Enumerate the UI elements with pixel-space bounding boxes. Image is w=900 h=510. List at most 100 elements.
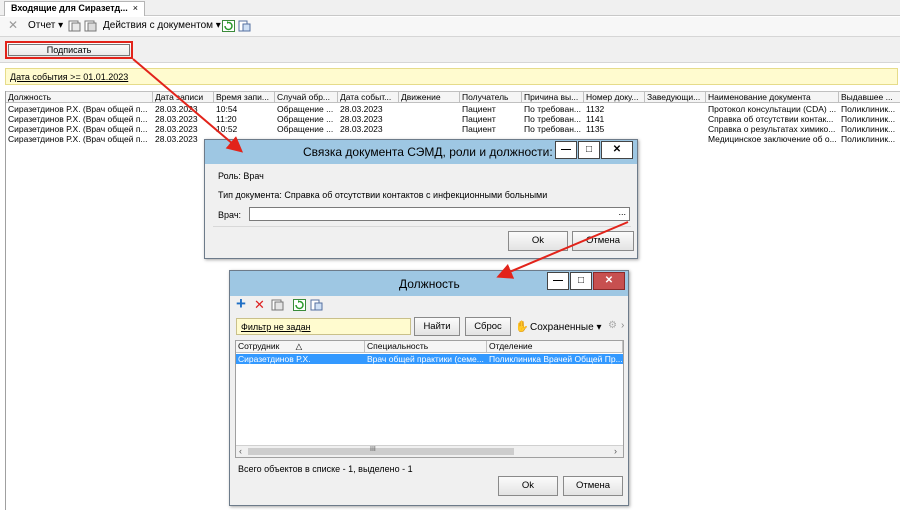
- add-icon[interactable]: +: [236, 294, 246, 314]
- cell-event-date: 28.03.2023: [340, 104, 383, 114]
- cancel-button[interactable]: Отмена: [563, 476, 623, 496]
- export-icon[interactable]: [238, 20, 251, 32]
- delete-icon[interactable]: ✕: [254, 297, 265, 313]
- cell-doc-name: Справка об отсутствии контак...: [708, 114, 834, 124]
- scroll-thumb[interactable]: III: [248, 446, 514, 455]
- cell-doc-name: Протокол консультации (CDA) ...: [708, 104, 837, 114]
- column-header[interactable]: Случай обр...: [275, 92, 338, 103]
- document-type-text: Тип документа: Справка об отсутствии кон…: [218, 190, 548, 200]
- tab-incoming[interactable]: Входящие для Сиразетд... ×: [4, 1, 145, 16]
- column-header[interactable]: Заведующи...: [645, 92, 706, 103]
- maximize-button[interactable]: □: [578, 141, 600, 159]
- table-row[interactable]: Сиразетдинов Р.Х. (Врач общей п... 28.03…: [6, 104, 900, 114]
- delete-icon[interactable]: ✕: [8, 18, 18, 32]
- scroll-right-icon[interactable]: ›: [614, 446, 617, 456]
- sign-panel: Подписать: [0, 37, 900, 63]
- tab-close-icon[interactable]: ×: [133, 3, 138, 13]
- event-date-filter[interactable]: Дата события >= 01.01.2023: [5, 68, 898, 85]
- cell-department: Поликлиника Врачей Общей Пр...: [489, 354, 623, 364]
- ok-button[interactable]: Ok: [498, 476, 558, 496]
- cell-doc-name: Медицинское заключение об о...: [708, 134, 837, 144]
- minimize-button[interactable]: —: [547, 272, 569, 290]
- settings-icon[interactable]: ⚙: [608, 320, 617, 331]
- saved-filters-menu[interactable]: Сохраненные ▾: [530, 322, 601, 333]
- cell-case: Обращение ...: [277, 104, 334, 114]
- saved-filters-label: Сохраненные: [530, 322, 594, 333]
- horizontal-scrollbar[interactable]: ‹ III ›: [236, 445, 623, 457]
- cell-case: Обращение ...: [277, 114, 334, 124]
- document-actions-label: Действия с документом: [103, 20, 214, 31]
- cell-case: Обращение ...: [277, 124, 334, 134]
- cell-position: Сиразетдинов Р.Х. (Врач общей п...: [8, 134, 148, 144]
- cell-recipient: Пациент: [462, 104, 496, 114]
- cell-doc-name: Справка о результатах химико...: [708, 124, 836, 134]
- column-header[interactable]: Наименование документа: [706, 92, 839, 103]
- column-header[interactable]: Причина вы...: [522, 92, 584, 103]
- doctor-field[interactable]: ...: [249, 207, 630, 221]
- properties-icon[interactable]: [271, 299, 284, 311]
- semd-role-position-dialog: Связка документа СЭМД, роли и должности:…: [204, 139, 638, 259]
- document-actions-menu[interactable]: Действия с документом ▾: [103, 20, 221, 31]
- filter-box[interactable]: Фильтр не задан: [236, 318, 411, 335]
- column-header[interactable]: Время запи...: [214, 92, 275, 103]
- column-header[interactable]: Выдавшее ...: [839, 92, 900, 103]
- refresh-icon[interactable]: [293, 299, 306, 311]
- cell-recipient: Пациент: [462, 124, 496, 134]
- cell-record-time: 11:20: [216, 114, 237, 124]
- status-text: Всего объектов в списке - 1, выделено - …: [238, 464, 413, 474]
- position-dialog: Должность — □ ✕ + ✕ Фильтр не задан Найт…: [229, 270, 629, 506]
- close-button[interactable]: ✕: [593, 272, 625, 290]
- column-header[interactable]: Должность: [6, 92, 153, 103]
- saved-filters-icon: ✋: [515, 321, 529, 333]
- cell-record-time: 10:52: [216, 124, 238, 134]
- chevron-right-icon[interactable]: ›: [621, 320, 624, 331]
- reset-button[interactable]: Сброс: [465, 317, 511, 336]
- main-toolbar: ✕ Отчет ▾ Действия с документом ▾: [0, 17, 900, 37]
- column-header[interactable]: Номер доку...: [584, 92, 645, 103]
- cell-issuer: Поликлиник...: [841, 104, 896, 114]
- cell-record-time: 10:54: [216, 104, 238, 114]
- dialog-title-bar: Связка документа СЭМД, роли и должности:…: [205, 140, 637, 164]
- cell-position: Сиразетдинов Р.Х. (Врач общей п...: [8, 114, 148, 124]
- column-header-department[interactable]: Отделение: [487, 341, 623, 352]
- cell-reason: По требован...: [524, 114, 581, 124]
- cell-record-date: 28.03.2023: [155, 124, 198, 134]
- column-header[interactable]: Движение: [399, 92, 460, 103]
- scroll-left-icon[interactable]: ‹: [239, 446, 242, 456]
- sign-button[interactable]: Подписать: [5, 41, 133, 59]
- table-row[interactable]: Сиразетдинов Р.Х. (Врач общей п... 28.03…: [6, 114, 900, 124]
- find-button[interactable]: Найти: [414, 317, 460, 336]
- filter-text: Фильтр не задан: [241, 322, 311, 332]
- cell-doc-number: 1132: [586, 104, 605, 114]
- column-header[interactable]: Получатель: [460, 92, 522, 103]
- column-header[interactable]: Дата событ...: [338, 92, 399, 103]
- properties-alt-icon[interactable]: [84, 20, 97, 32]
- column-header[interactable]: Дата записи: [153, 92, 214, 103]
- cell-record-date: 28.03.2023: [155, 114, 198, 124]
- role-text: Роль: Врач: [218, 171, 264, 181]
- ok-button[interactable]: Ok: [508, 231, 568, 251]
- properties-icon[interactable]: [68, 20, 81, 32]
- maximize-button[interactable]: □: [570, 272, 592, 290]
- browse-icon[interactable]: ...: [618, 207, 626, 217]
- export-icon[interactable]: [310, 299, 323, 311]
- table-header: Сотрудник △ Специальность Отделение: [236, 341, 623, 353]
- close-button[interactable]: ✕: [601, 141, 633, 159]
- refresh-icon[interactable]: [222, 20, 235, 32]
- dialog-title-bar: Должность — □ ✕: [230, 271, 628, 296]
- cell-issuer: Поликлиник...: [841, 134, 896, 144]
- minimize-button[interactable]: —: [555, 141, 577, 159]
- column-header-employee[interactable]: Сотрудник △: [236, 341, 365, 352]
- cell-employee: Сиразетдинов Р.Х.: [238, 354, 311, 364]
- cancel-button[interactable]: Отмена: [572, 231, 634, 251]
- table-row[interactable]: Сиразетдинов Р.Х. (Врач общей п... 28.03…: [6, 124, 900, 134]
- report-menu-button[interactable]: Отчет ▾: [28, 20, 63, 31]
- filter-text: Дата события >= 01.01.2023: [10, 72, 129, 82]
- tab-label: Входящие для Сиразетд...: [11, 3, 128, 13]
- column-label: Сотрудник: [238, 341, 280, 351]
- doctor-label: Врач:: [218, 210, 242, 220]
- report-label: Отчет: [28, 20, 56, 31]
- employees-table: Сотрудник △ Специальность Отделение Сира…: [235, 340, 624, 458]
- column-header-specialty[interactable]: Специальность: [365, 341, 487, 352]
- table-row[interactable]: Сиразетдинов Р.Х. Врач общей практики (с…: [236, 354, 623, 364]
